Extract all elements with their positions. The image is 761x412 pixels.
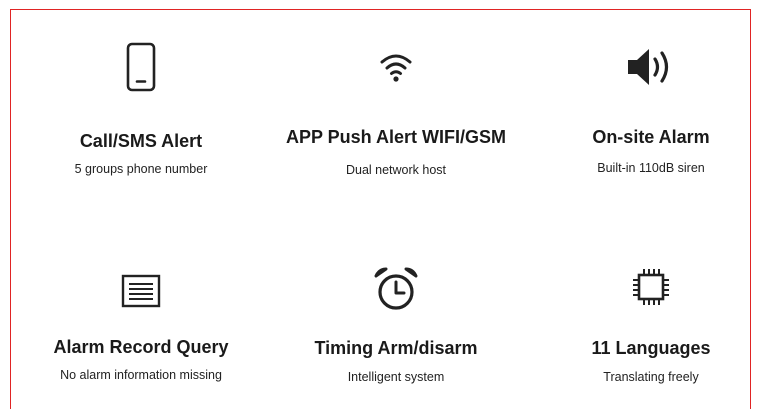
wifi-icon	[379, 50, 413, 84]
feature-title: Timing Arm/disarm	[314, 338, 478, 358]
smartphone-icon	[126, 42, 156, 92]
feature-title: 11 Languages	[591, 338, 711, 358]
alarm-clock-icon	[373, 266, 419, 312]
feature-app-push-alert: APP Push Alert WIFI/GSM Dual network hos…	[266, 10, 526, 200]
feature-subtitle: Built-in 110dB siren	[597, 161, 705, 175]
feature-title: Alarm Record Query	[53, 337, 229, 357]
feature-on-site-alarm: On-site Alarm Built-in 110dB siren	[556, 10, 746, 200]
feature-call-sms-alert: Call/SMS Alert 5 groups phone number	[41, 10, 241, 200]
feature-subtitle: 5 groups phone number	[74, 162, 208, 176]
feature-subtitle: Intelligent system	[347, 370, 445, 384]
feature-subtitle: No alarm information missing	[60, 368, 222, 382]
speaker-icon	[626, 45, 676, 89]
feature-title: APP Push Alert WIFI/GSM	[285, 127, 507, 147]
document-list-icon	[121, 274, 161, 308]
feature-panel: Call/SMS Alert 5 groups phone number APP…	[10, 9, 751, 409]
feature-alarm-record-query: Alarm Record Query No alarm information …	[31, 200, 251, 400]
feature-title: Call/SMS Alert	[79, 131, 203, 151]
feature-timing-arm-disarm: Timing Arm/disarm Intelligent system	[296, 200, 496, 400]
feature-11-languages: 11 Languages Translating freely	[556, 200, 746, 400]
feature-subtitle: Dual network host	[345, 163, 447, 177]
chip-icon	[630, 266, 672, 308]
feature-title: On-site Alarm	[592, 127, 710, 147]
feature-subtitle: Translating freely	[603, 370, 699, 384]
